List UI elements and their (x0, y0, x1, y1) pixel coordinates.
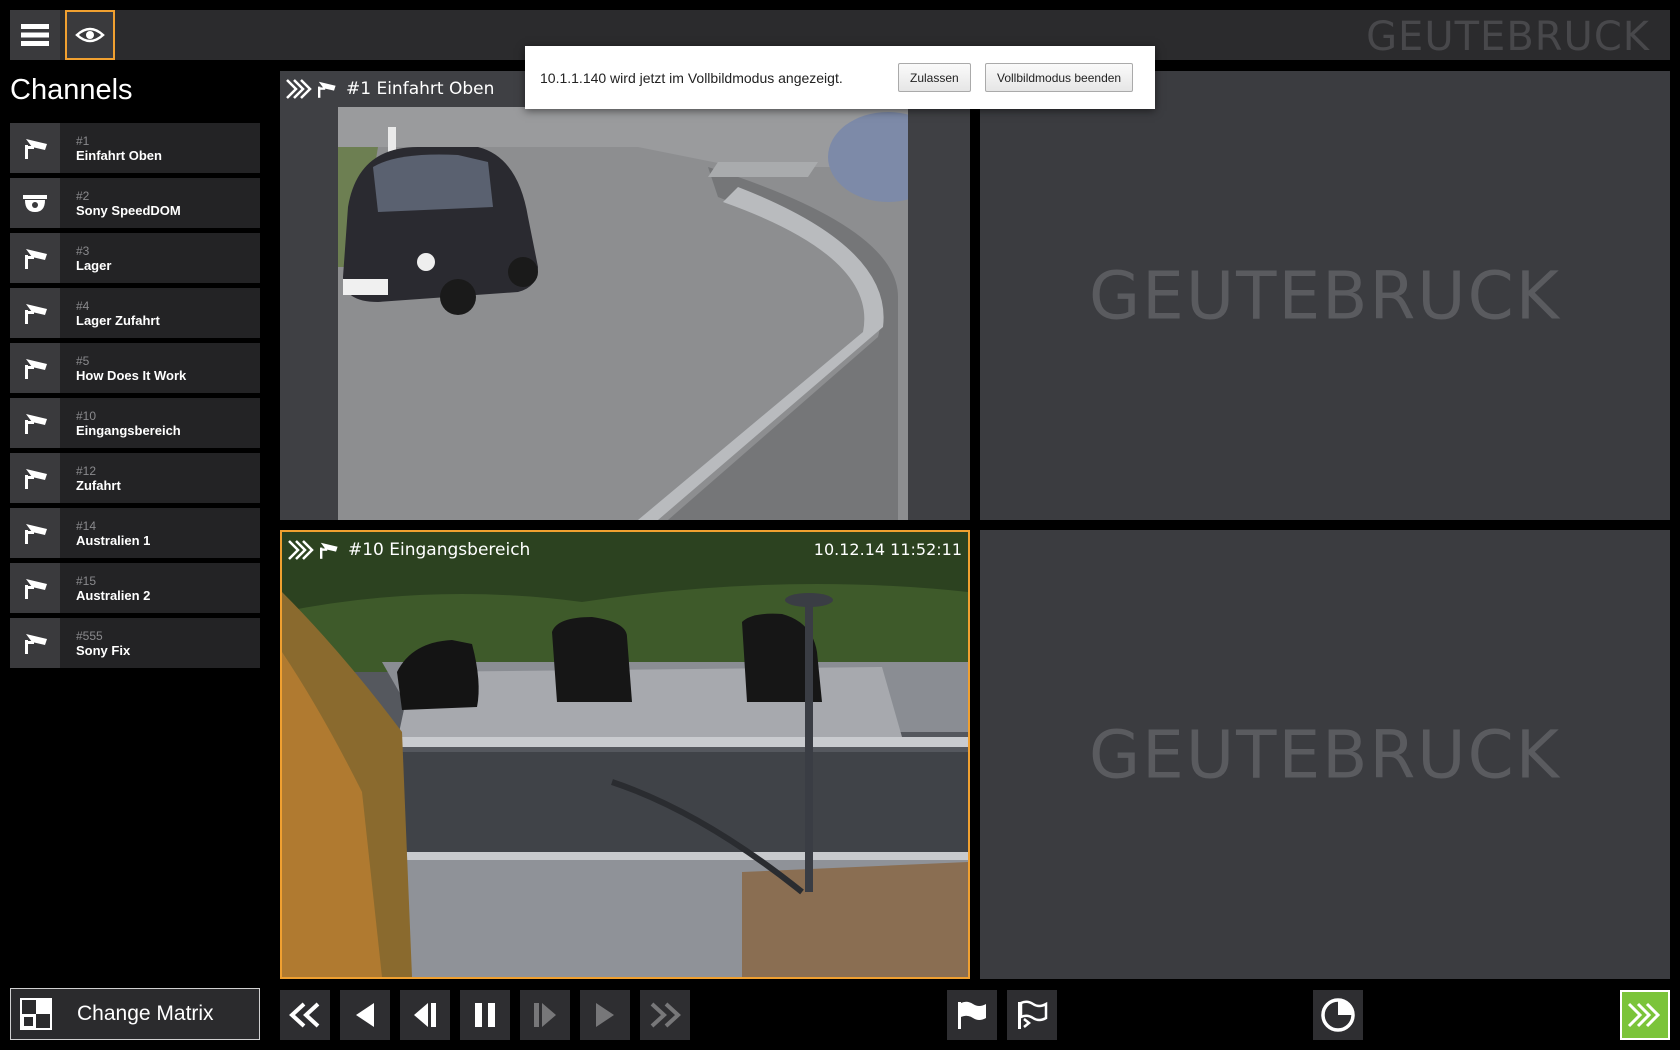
channel-name: Eingangsbereich (76, 422, 181, 438)
channel-number: #3 (76, 243, 90, 258)
dome-camera-icon (23, 195, 47, 212)
tile-brand-placeholder: GEUTEBRUCK (1089, 257, 1561, 334)
channel-item[interactable]: #12 Zufahrt (10, 453, 260, 503)
exit-fullscreen-button[interactable]: Vollbildmodus beenden (985, 63, 1134, 92)
channel-list: #1 Einfahrt Oben #2 Sony SpeedDOM #3 Lager … (10, 123, 260, 673)
channel-item[interactable]: #3 Lager (10, 233, 260, 283)
tile-title: #1 Einfahrt Oben (346, 79, 495, 99)
camera-feed-image (338, 107, 908, 520)
clock-pie-icon (1321, 998, 1355, 1032)
step-forward-button[interactable] (520, 990, 570, 1040)
video-tile-1[interactable]: #1 Einfahrt Oben (280, 71, 970, 520)
channel-number: #4 (76, 298, 90, 313)
video-tile-4[interactable]: GEUTEBRUCK (980, 530, 1670, 979)
video-tile-3[interactable]: #10 Eingangsbereich 10.12.14 11:52:11 (280, 530, 970, 979)
camera-feed-image (282, 532, 968, 977)
bookmark-button[interactable] (947, 990, 997, 1040)
channel-name: Sony SpeedDOM (76, 202, 181, 218)
channel-number: #12 (76, 463, 97, 478)
channel-name: Australien 1 (76, 532, 151, 548)
fullscreen-message: 10.1.1.140 wird jetzt im Vollbildmodus a… (540, 69, 843, 86)
channel-number: #15 (76, 573, 97, 588)
camera-icon (25, 304, 47, 324)
hamburger-icon (21, 24, 49, 46)
channel-name: Zufahrt (76, 477, 121, 493)
channel-name: Lager (76, 257, 112, 273)
channel-item[interactable]: #2 Sony SpeedDOM (10, 178, 260, 228)
play-forward-button[interactable] (580, 990, 630, 1040)
channel-item[interactable]: #5 How Does It Work (10, 343, 260, 393)
camera-icon (25, 579, 47, 599)
flag-icon (958, 1001, 986, 1029)
play-forward-icon (596, 1003, 614, 1027)
channel-item[interactable]: #555 Sony Fix (10, 618, 260, 668)
tile-brand-placeholder: GEUTEBRUCK (1089, 716, 1561, 793)
fast-rewind-icon (289, 1002, 320, 1028)
flag-add-icon (1018, 1000, 1048, 1029)
brand-logo: GEUTEBRUCK (1366, 14, 1650, 60)
channel-item[interactable]: #1 Einfahrt Oben (10, 123, 260, 173)
timeline-button[interactable] (1313, 990, 1363, 1040)
allow-button[interactable]: Zulassen (898, 63, 971, 92)
live-stream-icon (288, 540, 314, 560)
channel-number: #555 (76, 628, 103, 643)
play-backward-button[interactable] (340, 990, 390, 1040)
channel-item[interactable]: #15 Australien 2 (10, 563, 260, 613)
channel-item[interactable]: #4 Lager Zufahrt (10, 288, 260, 338)
channels-title: Channels (10, 74, 133, 106)
camera-icon (320, 542, 338, 559)
channel-name: Lager Zufahrt (76, 312, 160, 328)
channel-name: How Does It Work (76, 367, 187, 383)
matrix-grid-icon (20, 998, 52, 1030)
channel-name: Australien 2 (76, 587, 151, 603)
tile-title: #10 Eingangsbereich (348, 540, 531, 560)
channel-item[interactable]: #10 Eingangsbereich (10, 398, 260, 448)
camera-icon (318, 81, 336, 98)
video-tile-2[interactable]: GEUTEBRUCK (980, 71, 1670, 520)
change-matrix-button[interactable]: Change Matrix (10, 988, 260, 1040)
play-backward-icon (356, 1003, 374, 1027)
channel-number: #1 (76, 133, 90, 148)
tile-header: #10 Eingangsbereich 10.12.14 11:52:11 (282, 532, 968, 568)
camera-icon (25, 524, 47, 544)
view-mode-button[interactable] (65, 10, 115, 60)
fast-forward-icon (650, 1002, 681, 1028)
step-backward-button[interactable] (400, 990, 450, 1040)
change-matrix-label: Change Matrix (77, 1002, 214, 1025)
fast-forward-button[interactable] (640, 990, 690, 1040)
fullscreen-notification: 10.1.1.140 wird jetzt im Vollbildmodus a… (525, 46, 1155, 109)
tile-timestamp: 10.12.14 11:52:11 (813, 540, 962, 559)
camera-icon (25, 139, 47, 159)
pause-icon (475, 1003, 495, 1027)
fast-rewind-button[interactable] (280, 990, 330, 1040)
pause-button[interactable] (460, 990, 510, 1040)
menu-button[interactable] (10, 10, 60, 60)
step-backward-icon (414, 1003, 436, 1027)
channel-name: Einfahrt Oben (76, 147, 162, 163)
channel-number: #2 (76, 188, 90, 203)
live-stream-icon (1627, 1002, 1661, 1028)
channel-number: #10 (76, 408, 97, 423)
camera-icon (25, 359, 47, 379)
camera-icon (25, 249, 47, 269)
camera-icon (25, 469, 47, 489)
eye-icon (75, 27, 105, 43)
step-forward-icon (534, 1003, 556, 1027)
channel-number: #14 (76, 518, 97, 533)
bookmark-list-button[interactable] (1007, 990, 1057, 1040)
camera-icon (25, 634, 47, 654)
channel-item[interactable]: #14 Australien 1 (10, 508, 260, 558)
channel-number: #5 (76, 353, 90, 368)
go-live-button[interactable] (1620, 990, 1670, 1040)
camera-icon (25, 414, 47, 434)
live-stream-icon (286, 79, 312, 99)
channel-name: Sony Fix (76, 642, 131, 658)
